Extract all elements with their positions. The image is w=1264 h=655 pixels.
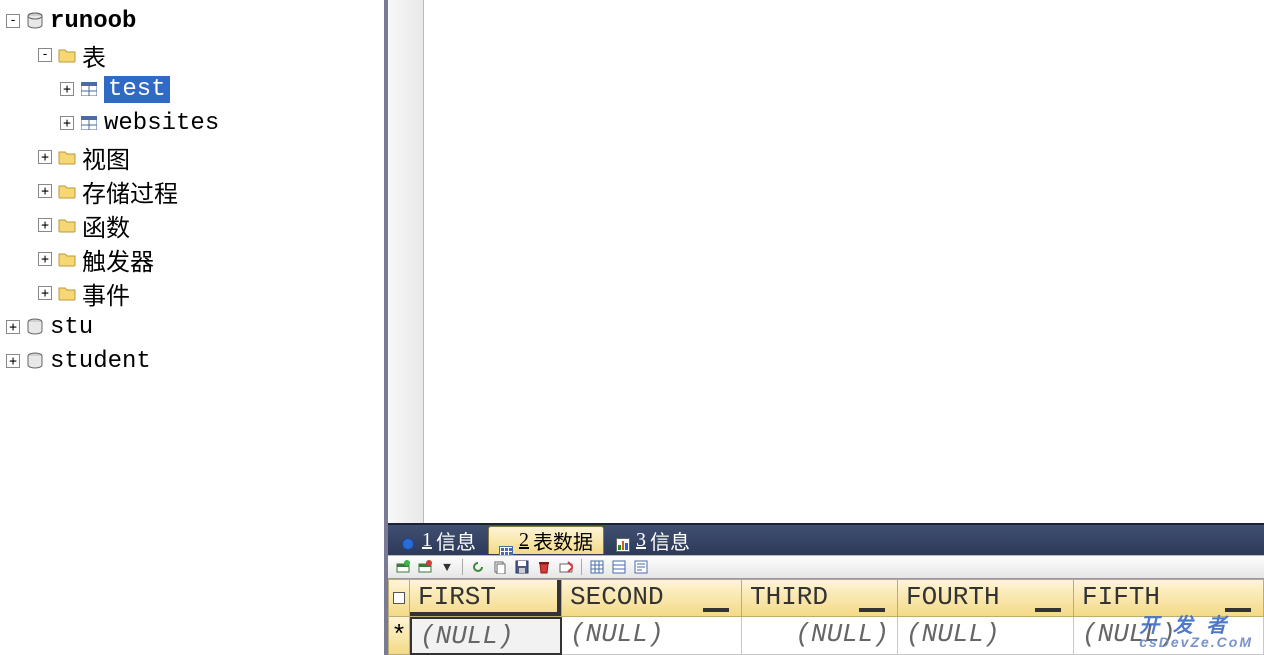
grid-header-row: FIRST SECOND THIRD FOURTH FIFTH [388,579,1264,617]
text-view-button[interactable] [632,558,650,576]
grid-cell[interactable]: (NULL) [742,617,898,655]
database-tree[interactable]: runoob 表 test websites 视图 存储过程 [0,0,388,655]
add-row-button[interactable] [394,558,412,576]
views-folder-node[interactable]: 视图 [4,140,384,174]
expand-icon[interactable] [60,116,74,130]
database-icon [26,352,44,370]
select-all-checkbox[interactable] [388,579,410,617]
column-header[interactable]: THIRD [742,579,898,617]
folder-icon [58,46,76,64]
procs-folder-node[interactable]: 存储过程 [4,174,384,208]
folder-label: 表 [82,38,106,73]
tab-number: 3 [636,529,646,552]
grid-cell[interactable]: (NULL) [410,617,562,655]
grid-cell[interactable]: (NULL) 开 发 者 csDevZe.CoM [1074,617,1264,655]
column-header[interactable]: SECOND [562,579,742,617]
expand-icon[interactable] [38,48,52,62]
grid-toolbar: ▼ [388,555,1264,579]
folder-icon [58,148,76,166]
expand-icon[interactable] [38,252,52,266]
folder-label: 函数 [82,208,130,243]
folder-label: 视图 [82,140,130,175]
grid-cell[interactable]: (NULL) [562,617,742,655]
folder-icon [58,284,76,302]
folder-icon [58,216,76,234]
table-node-websites[interactable]: websites [4,106,384,140]
info-icon [402,533,416,547]
refresh-button[interactable] [469,558,487,576]
save-button[interactable] [513,558,531,576]
data-grid[interactable]: FIRST SECOND THIRD FOURTH FIFTH * (NULL)… [388,579,1264,655]
expand-icon[interactable] [60,82,74,96]
column-header[interactable]: FIRST [410,579,562,617]
db-label: runoob [50,8,136,35]
expand-icon[interactable] [6,354,20,368]
form-view-button[interactable] [610,558,628,576]
folder-label: 事件 [82,276,130,311]
events-folder-node[interactable]: 事件 [4,276,384,310]
grid-row[interactable]: * (NULL) (NULL) (NULL) (NULL) (NULL) 开 发… [388,617,1264,655]
expand-icon[interactable] [6,320,20,334]
sql-editor[interactable] [388,0,1264,523]
editor-gutter [388,0,424,523]
grid-view-button[interactable] [588,558,606,576]
copy-button[interactable] [491,558,509,576]
delete-row-button[interactable] [416,558,434,576]
tables-folder-node[interactable]: 表 [4,38,384,72]
tab-number: 2 [519,529,529,552]
tab-label: 表数据 [533,526,593,555]
dropdown-button[interactable]: ▼ [438,558,456,576]
folder-label: 触发器 [82,242,154,277]
folder-label: 存储过程 [82,174,178,209]
funcs-folder-node[interactable]: 函数 [4,208,384,242]
triggers-folder-node[interactable]: 触发器 [4,242,384,276]
database-icon [26,12,44,30]
db-node-runoob[interactable]: runoob [4,4,384,38]
grid-icon [499,534,513,548]
column-header[interactable]: FIFTH [1074,579,1264,617]
db-node-stu[interactable]: stu [4,310,384,344]
expand-icon[interactable] [38,218,52,232]
bottom-tabs: 1 信息 2 表数据 3 信息 [388,523,1264,555]
chart-icon [616,533,630,547]
table-icon [80,80,98,98]
database-icon [26,318,44,336]
folder-icon [58,250,76,268]
table-node-test[interactable]: test [4,72,384,106]
expand-icon[interactable] [38,286,52,300]
separator [462,559,463,575]
tab-info-1[interactable]: 1 信息 [392,526,486,554]
tab-table-data[interactable]: 2 表数据 [488,526,604,554]
table-label: websites [104,110,219,137]
delete-button[interactable] [535,558,553,576]
tab-number: 1 [422,529,432,552]
grid-cell[interactable]: (NULL) [898,617,1074,655]
expand-icon[interactable] [38,150,52,164]
db-node-student[interactable]: student [4,344,384,378]
table-label: test [104,76,170,103]
db-label: stu [50,314,93,341]
separator [581,559,582,575]
main-panel: 1 信息 2 表数据 3 信息 ▼ FIRST SECON [388,0,1264,655]
row-marker[interactable]: * [388,617,410,655]
tab-info-3[interactable]: 3 信息 [606,526,700,554]
folder-icon [58,182,76,200]
expand-icon[interactable] [38,184,52,198]
column-header[interactable]: FOURTH [898,579,1074,617]
cancel-button[interactable] [557,558,575,576]
expand-icon[interactable] [6,14,20,28]
db-label: student [50,348,151,375]
table-icon [80,114,98,132]
tab-label: 信息 [650,526,690,555]
tab-label: 信息 [436,526,476,555]
